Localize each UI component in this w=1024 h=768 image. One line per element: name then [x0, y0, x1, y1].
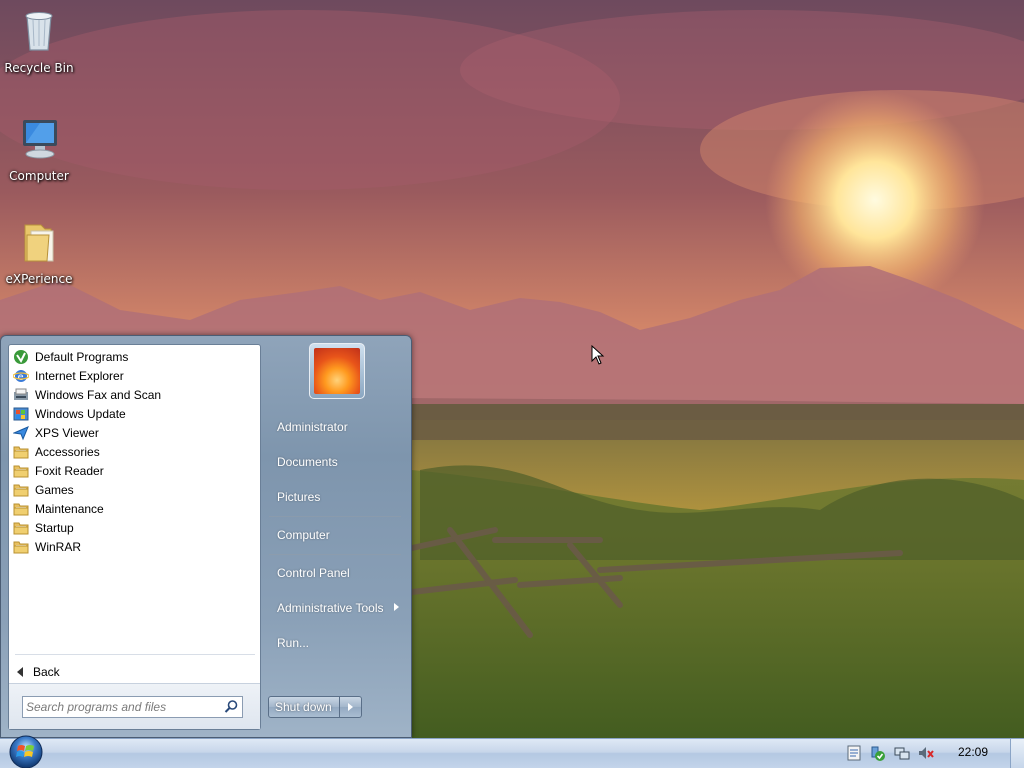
desktop-icon-label: Computer [9, 169, 69, 183]
search-box [22, 696, 243, 718]
search-input[interactable] [26, 699, 216, 715]
chevron-right-icon [348, 703, 353, 711]
start-item-administrative-tools[interactable]: Administrative Tools [277, 601, 384, 615]
program-item-windows-fax-and-scan[interactable]: Windows Fax and Scan [13, 385, 253, 404]
action-center-icon[interactable] [846, 745, 862, 761]
back-label: Back [33, 665, 60, 679]
program-label: Accessories [35, 444, 100, 459]
xps-viewer-icon [13, 425, 29, 440]
back-separator [15, 654, 255, 655]
search-icon[interactable] [223, 699, 239, 715]
start-item-computer[interactable]: Computer [277, 528, 330, 542]
menu-separator [269, 516, 401, 517]
folder-icon [13, 465, 29, 477]
folder-icon [24, 224, 54, 262]
show-desktop-button[interactable] [1010, 739, 1024, 768]
volume-muted-icon[interactable] [918, 745, 934, 761]
start-menu: Default Programs e Internet Explorer Win… [0, 335, 412, 738]
flower-picture-icon [314, 348, 360, 394]
start-item-pictures[interactable]: Pictures [277, 490, 320, 504]
program-label: Windows Update [35, 406, 126, 421]
folder-icon [13, 503, 29, 515]
desktop-icon-recycle-bin[interactable]: Recycle Bin [0, 6, 78, 75]
start-item-control-panel[interactable]: Control Panel [277, 566, 350, 580]
programs-pane: Default Programs e Internet Explorer Win… [8, 344, 261, 730]
search-area [9, 683, 260, 729]
desktop-icon-label: Recycle Bin [4, 61, 74, 75]
program-label: Startup [35, 520, 74, 535]
windows-update-icon [13, 407, 29, 420]
program-label: Default Programs [35, 349, 129, 364]
shutdown-button[interactable]: Shut down [268, 696, 340, 718]
start-button[interactable] [6, 733, 46, 768]
program-label: WinRAR [35, 539, 82, 554]
program-label: Maintenance [35, 501, 104, 516]
program-label: Windows Fax and Scan [35, 387, 162, 402]
program-folder-accessories[interactable]: Accessories [13, 442, 253, 461]
program-item-internet-explorer[interactable]: e Internet Explorer [13, 366, 253, 385]
taskbar-clock[interactable]: 22:09 [958, 745, 988, 759]
default-programs-icon [14, 349, 28, 364]
desktop-icon-label: eXPerience [5, 272, 73, 286]
folder-icon [13, 484, 29, 496]
program-item-xps-viewer[interactable]: XPS Viewer [13, 423, 253, 442]
shutdown-options-button[interactable] [340, 696, 362, 718]
submenu-arrow-icon [394, 603, 399, 611]
start-item-run[interactable]: Run... [277, 636, 309, 650]
back-button[interactable]: Back [17, 663, 60, 681]
menu-separator [269, 554, 401, 555]
program-label: Foxit Reader [35, 463, 104, 478]
program-folder-maintenance[interactable]: Maintenance [13, 499, 253, 518]
recycle-bin-icon [25, 12, 53, 51]
folder-icon [13, 522, 29, 534]
program-label: Internet Explorer [35, 368, 124, 383]
network-icon[interactable] [894, 745, 910, 761]
program-folder-startup[interactable]: Startup [13, 518, 253, 537]
desktop-icon-computer[interactable]: Computer [0, 114, 78, 183]
program-item-windows-update[interactable]: Windows Update [13, 404, 253, 423]
program-label: XPS Viewer [35, 425, 99, 440]
program-folder-winrar[interactable]: WinRAR [13, 537, 253, 556]
start-item-administrator[interactable]: Administrator [277, 420, 348, 434]
desktop-icon-experience[interactable]: eXPerience [0, 217, 78, 286]
computer-icon [23, 120, 57, 159]
security-check-icon[interactable] [869, 745, 885, 761]
back-arrow-icon [17, 667, 23, 677]
user-picture[interactable] [309, 343, 365, 399]
program-folder-foxit-reader[interactable]: Foxit Reader [13, 461, 253, 480]
fax-scan-icon [14, 388, 28, 400]
program-item-default-programs[interactable]: Default Programs [13, 347, 253, 366]
program-label: Games [35, 482, 74, 497]
folder-icon [13, 541, 29, 553]
internet-explorer-icon: e [13, 369, 29, 383]
start-item-documents[interactable]: Documents [277, 455, 338, 469]
program-folder-games[interactable]: Games [13, 480, 253, 499]
mouse-pointer-icon [591, 345, 605, 365]
folder-icon [13, 446, 29, 458]
